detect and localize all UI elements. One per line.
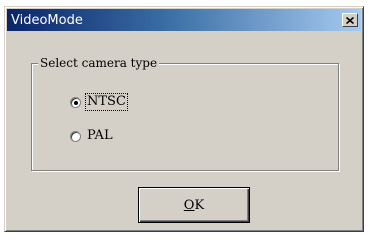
window-title: VideoMode	[11, 12, 83, 28]
radio-label-pal[interactable]: PAL	[86, 128, 114, 144]
radio-button-ntsc[interactable]	[70, 96, 81, 108]
videomode-dialog: VideoMode Select camera type NTSC PAL OK	[4, 6, 364, 232]
radio-label-ntsc[interactable]: NTSC	[85, 93, 128, 111]
ok-rest: K	[194, 197, 205, 213]
radio-button-pal[interactable]	[70, 130, 81, 142]
close-button[interactable]	[342, 13, 358, 27]
ok-button-label: OK	[184, 198, 204, 213]
radio-selected-dot	[74, 100, 78, 105]
camera-type-group: Select camera type NTSC PAL	[31, 55, 339, 171]
radio-ntsc[interactable]: NTSC	[70, 93, 128, 111]
title-bar[interactable]: VideoMode	[7, 9, 361, 31]
radio-pal[interactable]: PAL	[70, 128, 114, 144]
ok-button[interactable]: OK	[138, 187, 250, 223]
ok-mnemonic: O	[183, 197, 195, 213]
close-icon	[346, 16, 354, 24]
group-legend: Select camera type	[38, 55, 160, 71]
